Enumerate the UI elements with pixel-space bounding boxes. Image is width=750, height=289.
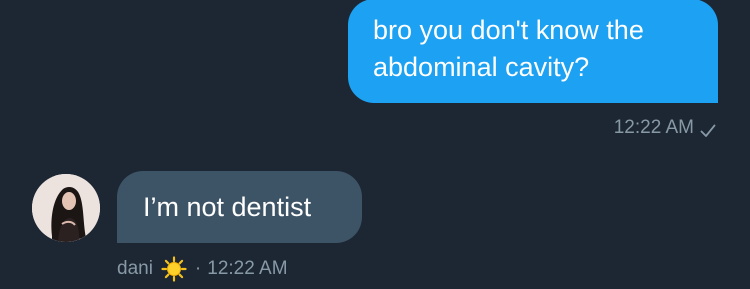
conversation: bro you don't know the abdominal cavity?…	[0, 0, 750, 288]
incoming-message-bubble[interactable]: I’m not dentist	[117, 171, 362, 243]
incoming-message-text: I’m not dentist	[143, 192, 312, 222]
sender-name[interactable]: dani	[117, 257, 153, 281]
outgoing-message-meta: 12:22 AM	[614, 116, 716, 140]
sun-icon	[161, 256, 187, 282]
meta-separator: ·	[194, 258, 202, 279]
incoming-message-meta: dani · 12:22 AM	[117, 256, 288, 282]
outgoing-message-time: 12:22 AM	[613, 117, 694, 138]
incoming-message-time: 12:22 AM	[207, 258, 288, 279]
outgoing-message-line: bro you don't know the	[373, 15, 644, 45]
outgoing-message-bubble[interactable]: bro you don't know the abdominal cavity?	[348, 0, 718, 103]
outgoing-message-line: abdominal cavity?	[373, 52, 590, 82]
check-icon	[700, 121, 716, 137]
avatar[interactable]	[32, 174, 100, 242]
